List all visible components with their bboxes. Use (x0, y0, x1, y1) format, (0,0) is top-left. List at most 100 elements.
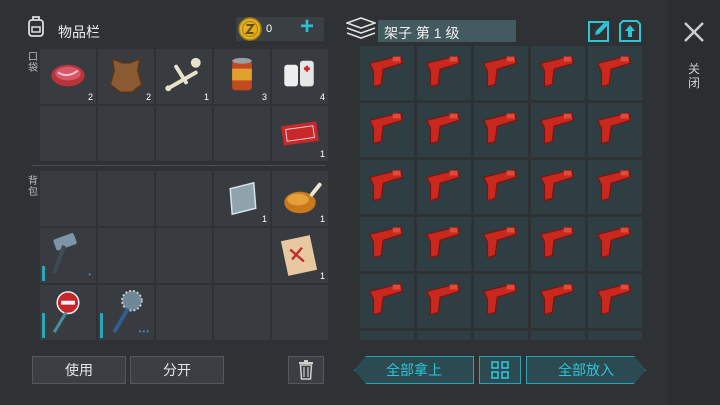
storage-slot[interactable] (474, 103, 528, 157)
bag-slot[interactable]: • (40, 228, 96, 283)
sort-button[interactable] (479, 356, 521, 384)
use-button[interactable]: 使用 (32, 356, 126, 384)
storage-slot[interactable] (417, 46, 471, 100)
flare-gun-icon (596, 168, 632, 202)
pocket-slot[interactable] (40, 106, 96, 161)
flare-gun-icon (539, 168, 575, 202)
edit-icon[interactable] (587, 19, 611, 43)
flare-gun-icon (596, 282, 632, 316)
bag-slot[interactable] (156, 228, 212, 283)
take-all-button[interactable]: 全部拿上 (354, 356, 474, 384)
storage-slot[interactable] (531, 331, 585, 340)
flare-gun-icon (400, 339, 401, 340)
storage-slot[interactable] (360, 46, 414, 100)
pocket-slot[interactable]: 3 (214, 49, 270, 104)
item-count: 3 (261, 92, 267, 102)
storage-slot[interactable] (588, 274, 642, 328)
storage-slot[interactable] (417, 217, 471, 271)
storage-slot[interactable] (531, 46, 585, 100)
storage-scroll-area[interactable] (358, 46, 644, 340)
split-button[interactable]: 分开 (130, 356, 224, 384)
storage-slot[interactable] (588, 217, 642, 271)
storage-slot[interactable] (360, 331, 414, 340)
flare-gun-icon (514, 339, 515, 340)
pocket-slot[interactable] (98, 106, 154, 161)
flare-gun-icon (571, 339, 572, 340)
storage-slot[interactable] (531, 217, 585, 271)
storage-slot[interactable] (474, 160, 528, 214)
pocket-slot[interactable]: 2 (40, 49, 96, 104)
pocket-slot[interactable]: 1 (272, 106, 328, 161)
bag-slot[interactable] (40, 171, 96, 226)
storage-slot[interactable] (531, 103, 585, 157)
bag-slot[interactable] (156, 171, 212, 226)
storage-slot[interactable] (588, 46, 642, 100)
storage-slot[interactable] (531, 160, 585, 214)
item-count: 1 (319, 271, 325, 281)
bag-slot[interactable] (98, 171, 154, 226)
bag-slot[interactable]: 1 (272, 171, 328, 226)
storage-slot[interactable] (474, 217, 528, 271)
storage-slot[interactable] (417, 331, 471, 340)
item-count: 1 (319, 149, 325, 159)
bag-slot[interactable] (98, 228, 154, 283)
flare-gun-icon (425, 54, 461, 88)
trash-icon (299, 360, 313, 380)
storage-slot[interactable] (588, 103, 642, 157)
storage-slot[interactable] (360, 103, 414, 157)
pocket-slot[interactable] (156, 106, 212, 161)
bag-slot[interactable]: 1 (272, 228, 328, 283)
bag-slot[interactable] (214, 228, 270, 283)
storage-slot[interactable] (360, 274, 414, 328)
item-count: 4 (319, 92, 325, 102)
add-coins-button[interactable]: + (300, 15, 314, 39)
bag-slot[interactable]: 1 (214, 171, 270, 226)
flare-gun-icon (539, 111, 575, 145)
flare-gun-icon (482, 111, 518, 145)
stop-sign-icon (52, 291, 80, 333)
pocket-slot[interactable]: 4 (272, 49, 328, 104)
storage-slot[interactable] (474, 274, 528, 328)
bag-label: 背包 (28, 176, 38, 198)
item-count: 2 (145, 92, 151, 102)
flare-gun-icon (368, 54, 404, 88)
bag-grid: 1 1 • 1 ••• (40, 171, 328, 340)
coin-icon (238, 17, 262, 41)
pocket-label: 口袋 (28, 52, 38, 74)
storage-slot[interactable] (588, 160, 642, 214)
storage-slot[interactable] (474, 331, 528, 340)
flare-gun-icon (596, 54, 632, 88)
storage-slot[interactable] (360, 217, 414, 271)
pocket-slot[interactable]: 1 (156, 49, 212, 104)
close-label[interactable]: 关闭 (687, 62, 701, 90)
quality-dots: ••• (138, 327, 150, 336)
bag-slot[interactable] (214, 285, 270, 340)
flare-gun-icon (425, 111, 461, 145)
storage-slot[interactable] (417, 103, 471, 157)
storage-slot[interactable] (588, 331, 642, 340)
close-icon[interactable] (682, 20, 706, 44)
bag-slot[interactable] (40, 285, 96, 340)
storage-grid (360, 46, 642, 340)
bag-slot[interactable] (272, 285, 328, 340)
pocket-slot[interactable] (214, 106, 270, 161)
durability-bar (42, 313, 45, 338)
storage-slot[interactable] (474, 46, 528, 100)
bag-slot[interactable]: ••• (98, 285, 154, 340)
trash-button[interactable] (288, 356, 324, 384)
shelf-icon (346, 17, 376, 39)
storage-slot[interactable] (360, 160, 414, 214)
item-count: 1 (319, 214, 325, 224)
storage-slot[interactable] (531, 274, 585, 328)
bag-slot[interactable] (156, 285, 212, 340)
flare-gun-icon (539, 225, 575, 259)
coin-count: 0 (266, 23, 273, 35)
storage-slot[interactable] (417, 274, 471, 328)
flare-gun-icon (425, 282, 461, 316)
pocket-slot[interactable]: 2 (98, 49, 154, 104)
item-count: 1 (203, 92, 209, 102)
storage-slot[interactable] (417, 160, 471, 214)
put-all-button[interactable]: 全部放入 (526, 356, 646, 384)
flare-gun-icon (482, 54, 518, 88)
upgrade-icon[interactable] (618, 19, 642, 43)
